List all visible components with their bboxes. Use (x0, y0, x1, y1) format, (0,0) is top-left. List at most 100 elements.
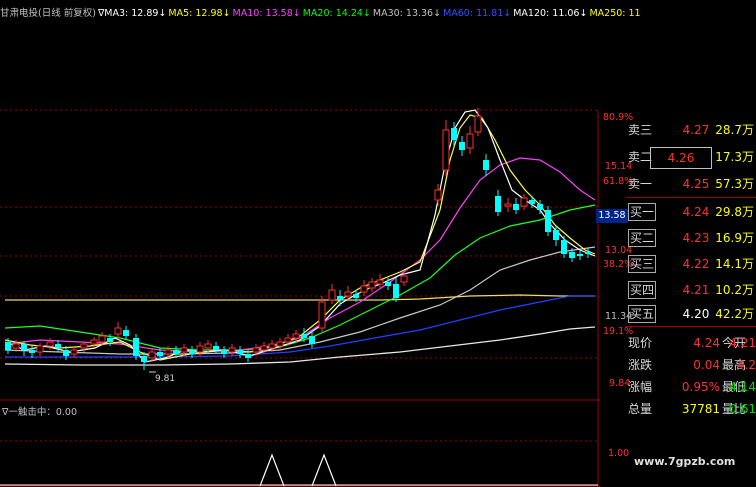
sell-1-volume: 57.3万 (715, 177, 754, 191)
candle-body (344, 291, 352, 297)
sell-row-3[interactable]: 卖三 4.27 28.7万 (626, 120, 756, 140)
kline-chart-svg[interactable]: 9.81 (0, 0, 600, 487)
stat-volume-value: 37781 (681, 402, 720, 416)
indicator-spike-2 (311, 453, 337, 487)
candle-body (189, 350, 195, 354)
candle-body (292, 333, 300, 339)
sell-1-price: 4.25 (682, 177, 710, 191)
candle-body (21, 344, 27, 350)
ma-legend: ∇MA3: 12.89↓ MA5: 12.98↓ MA10: 13.58↓ MA20:… (98, 8, 643, 19)
buy-row-1[interactable]: 买一 4.24 29.8万 (626, 202, 756, 222)
indicator-label[interactable]: ∇一触击中：0.00 (2, 404, 77, 418)
candle-body (213, 346, 219, 350)
candle-body (180, 347, 188, 353)
candle-body (537, 204, 543, 210)
ma-legend-item[interactable]: MA120: 11.06↓ (513, 8, 587, 19)
candle-body (141, 356, 147, 362)
sell-row-1[interactable]: 卖一 4.25 57.3万 (626, 174, 756, 194)
buy-1-label: 买一 (628, 203, 657, 221)
candle-body (393, 284, 399, 298)
ma-legend-item[interactable]: MA5: 12.98↓ (168, 8, 230, 19)
watermark: www.7gpzb.com (634, 455, 736, 468)
candle-body (368, 281, 376, 289)
candle-body (400, 275, 408, 283)
buy-row-2[interactable]: 买二 4.23 16.9万 (626, 228, 756, 248)
candle-body (123, 330, 129, 336)
stat-change-label: 涨跌 (628, 358, 653, 372)
sell-1-label: 卖一 (628, 177, 653, 191)
candle-body (221, 350, 227, 354)
stat-high-value: 4.2 (736, 358, 756, 372)
ma-legend-bar: 甘肃电投(日线 前复权) ∇MA3: 12.89↓ MA5: 12.98↓ MA10:… (0, 6, 645, 22)
candle-body (204, 343, 212, 349)
candle-body (577, 254, 583, 256)
sell-3-label: 卖三 (628, 123, 653, 137)
ma-legend-item[interactable]: MA30: 13.36↓ (373, 8, 441, 19)
buy-5-volume: 42.2万 (715, 307, 754, 321)
ma-legend-item[interactable]: MA250: 11 (589, 8, 640, 19)
buy-2-price: 4.23 (682, 231, 710, 245)
candle-body (196, 345, 204, 353)
ma-legend-item[interactable]: MA10: 13.58↓ (233, 8, 301, 19)
candle-body (376, 279, 384, 285)
candle-body (442, 129, 450, 171)
candle-body (360, 285, 368, 293)
candle-body (451, 128, 457, 140)
buy-row-5[interactable]: 买五 4.20 42.2万 (626, 304, 756, 324)
candle-body (114, 327, 122, 335)
ma-legend-item[interactable]: ∇MA3: 12.89↓ (98, 8, 166, 19)
candle-body (529, 200, 535, 204)
indicator-spike-1 (259, 453, 285, 487)
sell-2-price: 4.26 (650, 147, 712, 169)
ma-legend-item[interactable]: MA20: 14.24↓ (303, 8, 371, 19)
buy-row-3[interactable]: 买三 4.22 14.1万 (626, 254, 756, 274)
candle-body (504, 203, 512, 207)
candle-body (495, 196, 501, 212)
ma5-line (4, 114, 596, 361)
candle-body (353, 294, 359, 298)
stat-row-volume: 总量 37781 量比 0.61 (626, 399, 756, 419)
candle-body (483, 160, 489, 170)
stat-open-value: 4.21 (729, 336, 756, 350)
sell-3-price: 4.27 (682, 123, 710, 137)
orderbook-separator (626, 197, 756, 198)
candle-body (157, 352, 163, 356)
stat-pct-label: 涨幅 (628, 380, 653, 394)
candle-body (228, 347, 236, 353)
candle-body (63, 350, 69, 356)
stat-change-value: 0.04 (693, 358, 720, 372)
buy-3-price: 4.22 (682, 257, 710, 271)
buy-4-label: 买四 (628, 281, 657, 299)
stat-low-value: 4.14 (729, 380, 756, 394)
stat-current-price-value: 4.24 (693, 336, 720, 350)
candle-body (545, 210, 551, 232)
low-annotation: 9.81 (155, 374, 175, 384)
sell-row-2[interactable]: 卖二 4.26 17.3万 (626, 147, 756, 169)
ma-legend-item[interactable]: MA60: 11.81↓ (443, 8, 511, 19)
candle-body (268, 343, 276, 349)
candle-body (36, 345, 44, 353)
candle-body (148, 351, 156, 359)
kline-chart-area[interactable]: 9.81 (0, 0, 600, 487)
stock-chart-screen: 9.81 甘肃电投(日线 前复权) ∇MA3: 12.89↓ MA5: 12.98↓… (0, 0, 756, 487)
buy-row-4[interactable]: 买四 4.21 10.2万 (626, 280, 756, 300)
grid-lines (0, 109, 600, 442)
candle-body (90, 339, 98, 345)
candle-body (80, 343, 88, 349)
candle-body (513, 204, 519, 210)
buy-4-price: 4.21 (682, 283, 710, 297)
candle-body (520, 197, 528, 207)
candle-body (133, 338, 139, 356)
candle-body (260, 345, 268, 351)
stat-row-pct: 涨幅 0.95% 最低 4.14 (626, 377, 756, 397)
candle-body (237, 350, 243, 354)
candle-body (385, 282, 391, 286)
stock-title[interactable]: 甘肃电投(日线 前复权) (0, 8, 96, 19)
candle-body (585, 252, 591, 254)
buy-2-volume: 16.9万 (715, 231, 754, 245)
candle-body (301, 334, 307, 338)
candle-body (164, 349, 172, 355)
buy-1-volume: 29.8万 (715, 205, 754, 219)
candle-body (569, 252, 575, 258)
candle-body (459, 142, 465, 150)
